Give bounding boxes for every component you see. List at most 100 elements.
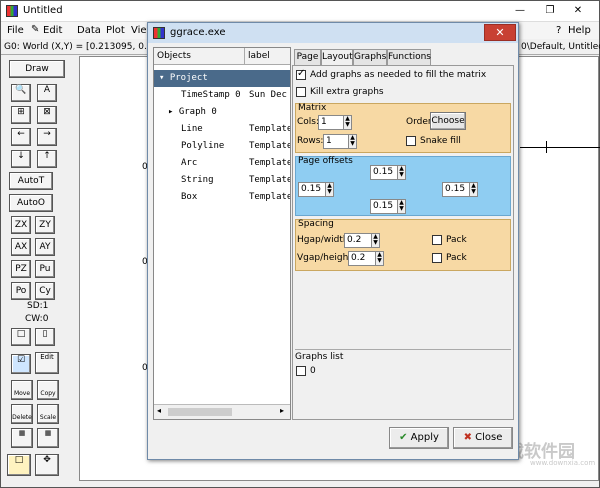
tree-item-box[interactable]: Box	[181, 189, 197, 206]
hgap-pack-checkbox[interactable]	[432, 235, 442, 245]
tree-item-project[interactable]: ▾ Project	[154, 70, 290, 87]
vgap-pack-checkbox[interactable]	[432, 253, 442, 263]
kill-extra-checkbox[interactable]	[296, 87, 306, 97]
offset-top-spinner[interactable]: 0.15 ▲ ▼	[370, 165, 406, 180]
tree-item-timestamp[interactable]: TimeStamp 0	[181, 87, 241, 104]
spinner-arrows-icon[interactable]: ▲ ▼	[325, 183, 333, 196]
apply-button[interactable]: ✔ Apply	[389, 427, 449, 449]
tab-functions[interactable]: Functions	[387, 49, 431, 65]
tab-layout[interactable]: Layout	[321, 49, 353, 66]
offset-right-spinner[interactable]: 0.15 ▲ ▼	[442, 182, 478, 197]
menu-plot[interactable]: Plot	[106, 25, 125, 36]
autoscale-icon[interactable]: A	[37, 84, 57, 102]
cy-button[interactable]: Cy	[35, 282, 55, 300]
arrow-down-icon[interactable]: ↓	[11, 150, 31, 168]
tree-item-string[interactable]: String	[181, 172, 214, 189]
pz-button[interactable]: PZ	[11, 260, 31, 278]
po-button[interactable]: Po	[11, 282, 31, 300]
apply-label: Apply	[410, 432, 439, 443]
tab-graphs[interactable]: Graphs	[353, 49, 387, 65]
spinner-arrows-icon[interactable]: ▲ ▼	[371, 234, 379, 247]
offset-left-value: 0.15	[301, 184, 322, 194]
tab-page[interactable]: Page	[294, 49, 321, 65]
vgap-pack-label: Pack	[446, 253, 467, 263]
cols-spinner[interactable]: 1 ▲ ▼	[318, 115, 352, 130]
frame-icon[interactable]: □	[7, 454, 31, 476]
menu-data[interactable]: Data	[77, 25, 101, 36]
offset-bottom-spinner[interactable]: 0.15 ▲ ▼	[370, 199, 406, 214]
zoom-in-icon[interactable]: ⊞	[11, 106, 31, 124]
spinner-arrows-icon[interactable]: ▲ ▼	[375, 252, 383, 265]
menu-edit[interactable]: Edit	[43, 25, 62, 36]
menu-file[interactable]: File	[7, 25, 24, 36]
page-offsets-group: Page offsets 0.15 ▲ ▼ 0.15 ▲ ▼ 0.15 ▲ ▼ 0.15 ▲ ▼	[295, 156, 511, 216]
ay-button[interactable]: AY	[35, 238, 55, 256]
rectangle-icon[interactable]: ▯	[35, 328, 55, 346]
edit-button[interactable]: Edit	[35, 352, 59, 374]
autoo-button[interactable]: AutoO	[9, 194, 53, 212]
choose-button[interactable]: Choose	[430, 112, 466, 130]
tree-header-label: label	[244, 48, 290, 65]
move-button-label: Move	[13, 390, 31, 397]
object-tree[interactable]: Objects label ▾ Project TimeStamp 0 Sun …	[153, 47, 291, 420]
restore-icon[interactable]: ❐	[539, 3, 561, 18]
vgap-spinner[interactable]: 0.2 ▲ ▼	[348, 251, 384, 266]
tree-item-line[interactable]: Line	[181, 121, 203, 138]
order-label: Order	[406, 117, 432, 127]
zoom-out-icon[interactable]: ⊠	[37, 106, 57, 124]
menu-help[interactable]: Help	[568, 25, 591, 36]
pu-button[interactable]: Pu	[35, 260, 55, 278]
scroll-left-icon[interactable]: ◂	[157, 406, 161, 415]
scale-button[interactable]: Scale	[37, 404, 59, 424]
delete-button[interactable]: Delete	[11, 404, 33, 424]
offset-left-spinner[interactable]: 0.15 ▲ ▼	[298, 182, 334, 197]
spinner-arrows-icon[interactable]: ▲ ▼	[397, 166, 405, 179]
draw-button[interactable]: Draw	[9, 60, 65, 78]
snake-fill-checkbox[interactable]	[406, 136, 416, 146]
tree-item-polyline[interactable]: Polyline	[181, 138, 224, 155]
graph-0-checkbox[interactable]	[296, 366, 306, 376]
app-icon	[6, 5, 18, 17]
scroll-right-icon[interactable]: ▸	[280, 406, 284, 415]
tree-item-graph-0[interactable]: ▸ Graph 0	[168, 104, 217, 121]
spinner-arrows-icon[interactable]: ▲ ▼	[397, 200, 405, 213]
sd-readout: SD:1	[27, 301, 49, 311]
close-button[interactable]: ✖ Close	[453, 427, 513, 449]
x-icon: ✖	[463, 432, 472, 443]
zx-button[interactable]: ZX	[11, 216, 31, 234]
close-icon[interactable]: ✕	[567, 3, 589, 18]
minimize-icon[interactable]: —	[509, 3, 531, 18]
move-button[interactable]: Move	[11, 380, 33, 400]
spinner-arrows-icon[interactable]: ▲ ▼	[348, 135, 356, 148]
matrix-group-title: Matrix	[298, 103, 327, 113]
tree-item-label: Project	[169, 73, 208, 83]
dialog-title-bar: ggrace.exe ✕	[148, 23, 518, 43]
edit-pencil-icon: ✎	[31, 24, 40, 35]
autotick-alt-icon[interactable]: ▦	[37, 428, 59, 448]
scroll-thumb[interactable]	[168, 408, 232, 416]
arrow-up-icon[interactable]: ↑	[37, 150, 57, 168]
ax-button[interactable]: AX	[11, 238, 31, 256]
checkbox-icon[interactable]: ☑	[11, 354, 31, 374]
arrow-left-icon[interactable]: ←	[11, 128, 31, 146]
dialog-close-icon[interactable]: ✕	[484, 24, 516, 41]
axis-tick	[546, 141, 547, 153]
copy-button[interactable]: Copy	[37, 380, 59, 400]
spinner-arrows-icon[interactable]: ▲ ▼	[343, 116, 351, 129]
square-icon[interactable]: □	[11, 328, 31, 346]
autot-button[interactable]: AutoT	[9, 172, 53, 190]
tree-item-arc[interactable]: Arc	[181, 155, 197, 172]
autotick-icon[interactable]: ▦	[11, 428, 33, 448]
pointer-icon[interactable]: ✥	[35, 454, 59, 476]
vgap-value: 0.2	[351, 253, 366, 263]
hgap-spinner[interactable]: 0.2 ▲ ▼	[344, 233, 380, 248]
spinner-arrows-icon[interactable]: ▲ ▼	[469, 183, 477, 196]
arrow-right-icon[interactable]: →	[37, 128, 57, 146]
tree-horizontal-scrollbar[interactable]: ◂ ▸	[154, 404, 290, 419]
add-graphs-checkbox[interactable]	[296, 68, 306, 80]
rows-spinner[interactable]: 1 ▲ ▼	[323, 134, 357, 149]
scale-button-label: Scale	[39, 414, 57, 421]
zy-button[interactable]: ZY	[35, 216, 55, 234]
zoom-icon[interactable]: 🔍	[11, 84, 31, 102]
matrix-group: Matrix Cols: 1 ▲ ▼ Rows: 1 ▲ ▼ Order Choose …	[295, 103, 511, 153]
